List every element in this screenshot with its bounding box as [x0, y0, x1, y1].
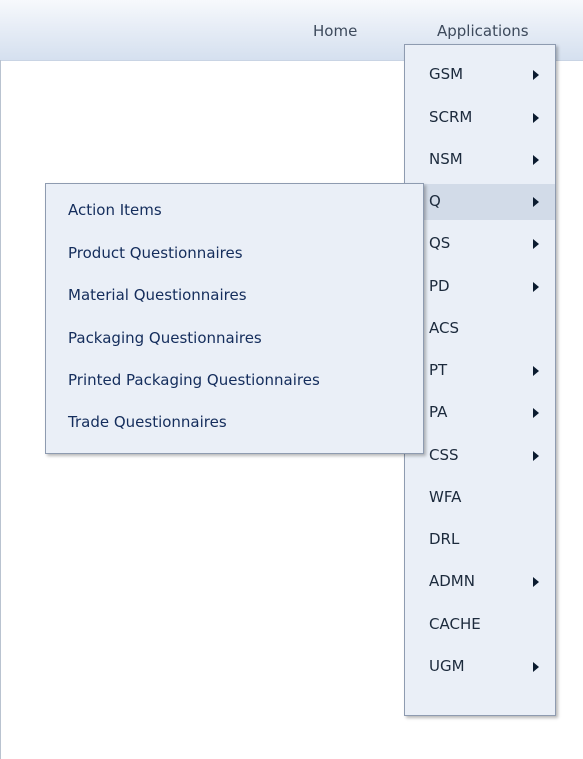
submenu-arrow-icon [533, 662, 539, 672]
menu-item-admn[interactable]: ADMN [405, 564, 555, 600]
submenu-item-label: Printed Packaging Questionnaires [68, 371, 320, 389]
applications-dropdown-menu: GSM SCRM NSM Q QS PD ACS PT PA CSS WFA D… [404, 44, 556, 716]
nav-applications-link[interactable]: Applications [437, 22, 529, 40]
submenu-item-packaging-questionnaires[interactable]: Packaging Questionnaires [46, 321, 423, 357]
menu-item-pa[interactable]: PA [405, 395, 555, 431]
menu-item-label: CSS [429, 446, 459, 464]
submenu-arrow-icon [533, 408, 539, 418]
menu-item-label: Q [429, 192, 441, 210]
menu-item-label: WFA [429, 488, 462, 506]
submenu-item-label: Packaging Questionnaires [68, 329, 262, 347]
menu-item-label: QS [429, 234, 451, 252]
menu-item-scrm[interactable]: SCRM [405, 100, 555, 136]
q-submenu: Action Items Product Questionnaires Mate… [45, 183, 424, 454]
menu-item-label: CACHE [429, 615, 481, 633]
nav-home-link[interactable]: Home [313, 22, 357, 40]
menu-item-ugm[interactable]: UGM [405, 649, 555, 685]
submenu-item-label: Material Questionnaires [68, 286, 247, 304]
menu-item-label: ACS [429, 319, 459, 337]
submenu-arrow-icon [533, 451, 539, 461]
submenu-arrow-icon [533, 155, 539, 165]
menu-item-label: SCRM [429, 108, 473, 126]
menu-item-css[interactable]: CSS [405, 438, 555, 474]
submenu-item-label: Product Questionnaires [68, 244, 243, 262]
page-left-border [0, 60, 1, 759]
menu-item-pd[interactable]: PD [405, 269, 555, 305]
submenu-item-printed-packaging-questionnaires[interactable]: Printed Packaging Questionnaires [46, 363, 423, 399]
submenu-arrow-icon [533, 282, 539, 292]
menu-item-label: PD [429, 277, 450, 295]
submenu-item-label: Trade Questionnaires [68, 413, 227, 431]
submenu-item-trade-questionnaires[interactable]: Trade Questionnaires [46, 405, 423, 441]
menu-item-q[interactable]: Q [405, 184, 555, 220]
menu-item-wfa[interactable]: WFA [405, 480, 555, 516]
submenu-arrow-icon [533, 197, 539, 207]
menu-item-label: PT [429, 361, 448, 379]
menu-item-label: GSM [429, 65, 464, 83]
menu-item-acs[interactable]: ACS [405, 311, 555, 347]
submenu-arrow-icon [533, 366, 539, 376]
submenu-item-material-questionnaires[interactable]: Material Questionnaires [46, 278, 423, 314]
menu-item-pt[interactable]: PT [405, 353, 555, 389]
menu-item-qs[interactable]: QS [405, 226, 555, 262]
menu-item-label: NSM [429, 150, 463, 168]
menu-item-nsm[interactable]: NSM [405, 142, 555, 178]
menu-item-gsm[interactable]: GSM [405, 57, 555, 93]
menu-item-label: ADMN [429, 572, 475, 590]
submenu-arrow-icon [533, 113, 539, 123]
submenu-item-action-items[interactable]: Action Items [46, 193, 423, 229]
menu-item-label: PA [429, 403, 448, 421]
submenu-arrow-icon [533, 70, 539, 80]
submenu-arrow-icon [533, 239, 539, 249]
menu-item-cache[interactable]: CACHE [405, 607, 555, 643]
menu-item-label: UGM [429, 657, 465, 675]
submenu-item-label: Action Items [68, 201, 162, 219]
submenu-item-product-questionnaires[interactable]: Product Questionnaires [46, 236, 423, 272]
menu-item-label: DRL [429, 530, 460, 548]
menu-item-drl[interactable]: DRL [405, 522, 555, 558]
submenu-arrow-icon [533, 577, 539, 587]
